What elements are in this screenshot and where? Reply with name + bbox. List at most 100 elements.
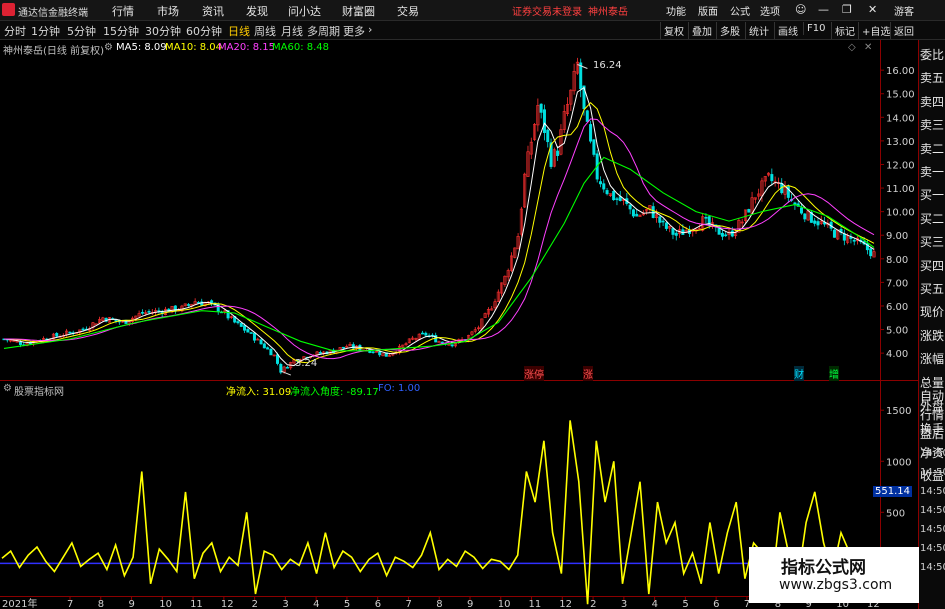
candle-body (140, 311, 144, 314)
candle-body (651, 206, 655, 218)
date-tick-label: 6 (375, 599, 381, 609)
price-tick-label: 16.00 (886, 66, 915, 77)
high-annotation: 16.24 (593, 60, 622, 71)
indicator-netflow: 净流入: 31.09 (226, 387, 292, 398)
price-tick-label: 12.00 (886, 160, 915, 171)
indicator-tick-label: 1000 (886, 457, 911, 468)
indicator-settings-icon[interactable]: ⚙ (3, 383, 12, 394)
date-tick-label: 3 (282, 599, 288, 609)
date-tick-label: 5 (344, 599, 350, 609)
ma5-line (3, 86, 875, 367)
event-tag-finance[interactable]: 财 (794, 366, 804, 381)
low-annotation: 3.24 (295, 358, 318, 369)
candle-body (631, 209, 635, 217)
candle-body (450, 344, 454, 347)
date-tick-label: 7 (67, 599, 73, 609)
price-tick-label: 9.00 (886, 231, 908, 242)
indicator-tick-label: 500 (886, 508, 905, 519)
candle-body (252, 332, 256, 341)
date-tick-label: 10 (159, 599, 172, 609)
indicator-fo: FO: 1.00 (378, 383, 421, 394)
indicator-netflow-angle: 净流入角度: -89.17 (290, 387, 379, 398)
candle-body (704, 216, 708, 219)
candle-body (259, 339, 263, 345)
candle-body (585, 110, 589, 122)
candle-body (724, 234, 728, 237)
indicator-line (1, 420, 877, 605)
candle-body (628, 204, 632, 210)
candle-body (243, 325, 247, 331)
watermark-title: 指标公式网 (781, 558, 866, 578)
event-tag-rise[interactable]: 涨 (583, 366, 593, 381)
candle-body (262, 343, 266, 349)
indicator-tick-label: 1500 (886, 406, 911, 417)
candle-body (832, 229, 836, 238)
price-tick-label: 14.00 (886, 113, 915, 124)
date-tick-label: 2 (590, 599, 596, 609)
side-panel-item[interactable]: 卖四 (920, 91, 944, 114)
price-tick-label: 11.00 (886, 184, 915, 195)
side-panel-item[interactable]: 买一 (920, 184, 944, 207)
date-tick-label: 12 (221, 599, 234, 609)
event-tag-limit-up[interactable]: 涨停 (524, 366, 544, 381)
side-panel-item[interactable]: 卖五 (920, 67, 944, 90)
candle-body (266, 347, 270, 350)
candle-body (371, 351, 375, 354)
candle-body (747, 209, 751, 213)
candle-body (813, 220, 817, 224)
event-tag-increase[interactable]: 增 (829, 366, 839, 381)
side-panel-item[interactable]: 卖三 (920, 114, 944, 137)
side-panel-item[interactable]: 买二 (920, 208, 944, 231)
side-panel-item[interactable]: 涨幅 (920, 348, 944, 371)
candle-body (799, 207, 803, 214)
candle-body (341, 346, 345, 349)
date-tick-label: 5 (682, 599, 688, 609)
quote-side-panel: 委比 卖五 卖四 卖三 卖二 卖一 买一 买二 买三 买四 买五 现价 涨跌 涨幅 总量 外盘 换手 净资 收益 自动… (918, 40, 945, 609)
price-tick-label: 4.00 (886, 349, 908, 360)
side-panel-item[interactable]: 卖二 (920, 138, 944, 161)
candle-body (605, 190, 609, 195)
price-tick-label: 7.00 (886, 278, 908, 289)
candle-body (658, 216, 662, 223)
candle-body (424, 332, 428, 336)
side-panel-lower-item: 14:50 (920, 562, 945, 573)
candle-body (842, 233, 846, 241)
price-tick-label: 8.00 (886, 255, 908, 266)
candle-body (285, 366, 289, 369)
side-panel-item[interactable]: 委比 (920, 44, 944, 67)
price-tick-label: 15.00 (886, 90, 915, 101)
candle-body (869, 248, 873, 257)
side-panel-item[interactable]: 涨跌 (920, 325, 944, 348)
candle-body (671, 228, 675, 235)
candle-body (589, 124, 593, 142)
date-tick-label: 7 (405, 599, 411, 609)
date-tick-label: 9 (467, 599, 473, 609)
side-panel-item[interactable]: 现价 (920, 301, 944, 324)
price-tick-label: 6.00 (886, 302, 908, 313)
date-tick-label: 12 (559, 599, 572, 609)
candle-body (803, 213, 807, 220)
candle-body (579, 62, 583, 90)
date-tick-label: 11 (190, 599, 203, 609)
price-tick-label: 5.00 (886, 326, 908, 337)
candle-body (730, 230, 734, 237)
ma60-line (3, 156, 875, 352)
date-tick-label: 4 (313, 599, 319, 609)
candle-body (239, 322, 243, 327)
candle-body (664, 222, 668, 229)
indicator-header: ⚙ 股票指标网 净流入: 31.09 净流入角度: -89.17 FO: 1.0… (0, 381, 918, 398)
side-panel-item[interactable]: 买五 (920, 278, 944, 301)
side-panel-item[interactable]: 买三 (920, 231, 944, 254)
candle-body (318, 352, 322, 354)
candle-body (661, 220, 665, 223)
date-tick-label: 8 (436, 599, 442, 609)
side-panel-item[interactable]: 卖一 (920, 161, 944, 184)
side-panel-item[interactable]: 买四 (920, 255, 944, 278)
candle-body (602, 183, 606, 190)
candle-body (556, 150, 560, 156)
candle-body (615, 198, 619, 200)
watermark-url: www.zbgs3.com (779, 577, 893, 593)
candle-body (269, 348, 273, 356)
candle-body (440, 341, 444, 344)
kline-chart[interactable]: 16.00 15.00 14.00 13.00 12.00 11.00 10.00 9.00 8… (0, 0, 918, 609)
